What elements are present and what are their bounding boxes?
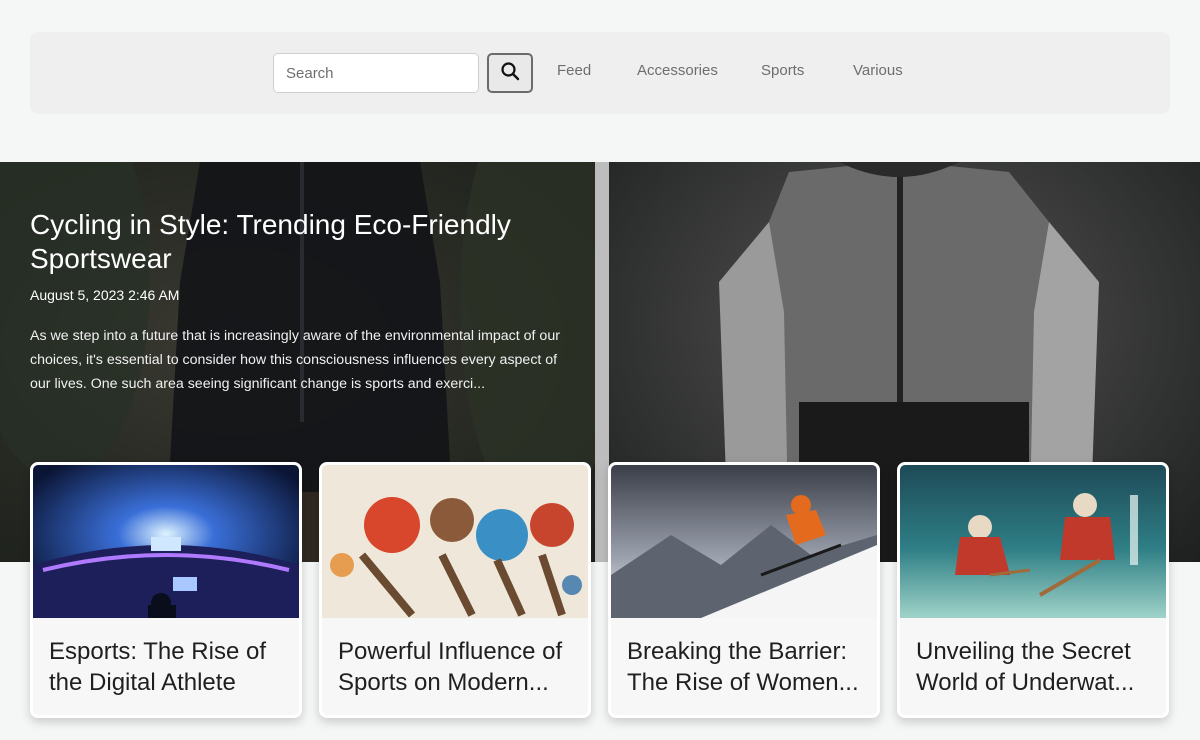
card-title[interactable]: Powerful Influence of Sports on Modern..… xyxy=(322,622,588,704)
search-input[interactable] xyxy=(273,53,479,93)
article-card[interactable]: Esports: The Rise of the Digital Athlete xyxy=(30,462,302,718)
nav-link-feed[interactable]: Feed xyxy=(557,62,591,79)
search-button[interactable] xyxy=(487,53,533,93)
card-title[interactable]: Breaking the Barrier: The Rise of Women.… xyxy=(611,622,877,704)
skiing-image xyxy=(611,465,877,618)
search-icon xyxy=(500,61,520,85)
hero-excerpt: As we step into a future that is increas… xyxy=(30,328,560,392)
nav-link-various[interactable]: Various xyxy=(853,62,903,79)
hero-divider xyxy=(595,162,609,562)
football-painting-image xyxy=(322,465,588,618)
esports-arena-image xyxy=(33,465,299,618)
card-title[interactable]: Esports: The Rise of the Digital Athlete xyxy=(33,622,299,704)
article-card[interactable]: Breaking the Barrier: The Rise of Women.… xyxy=(608,462,880,718)
hero-date: August 5, 2023 2:46 AM xyxy=(30,287,180,303)
underwater-hockey-image xyxy=(900,465,1166,618)
article-card[interactable]: Unveiling the Secret World of Underwat..… xyxy=(897,462,1169,718)
hero-title[interactable]: Cycling in Style: Trending Eco-Friendly … xyxy=(30,208,570,276)
article-card[interactable]: Powerful Influence of Sports on Modern..… xyxy=(319,462,591,718)
nav-link-sports[interactable]: Sports xyxy=(761,62,804,79)
nav-link-accessories[interactable]: Accessories xyxy=(637,62,718,79)
top-navbar: Feed Accessories Sports Various xyxy=(30,32,1170,114)
card-title[interactable]: Unveiling the Secret World of Underwat..… xyxy=(900,622,1166,704)
